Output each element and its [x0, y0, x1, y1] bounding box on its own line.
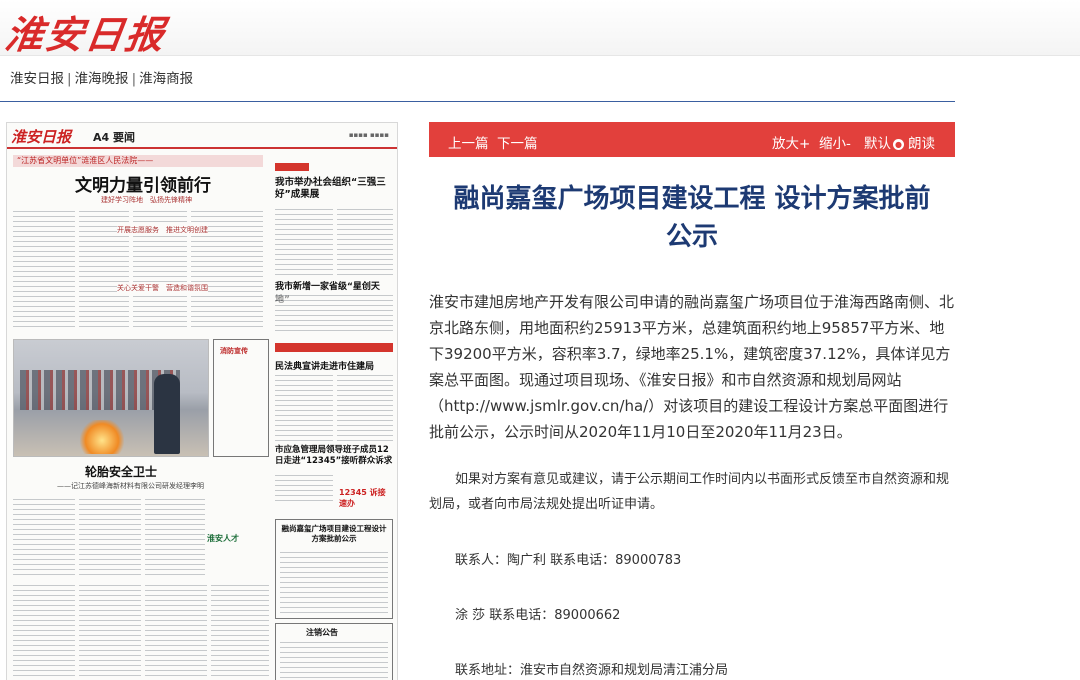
paper-red-tag [275, 163, 309, 171]
nav-link-huaian-daily[interactable]: 淮安日报 [10, 71, 64, 87]
default-size-label: 默认 [864, 136, 891, 152]
paper-text-block [275, 473, 333, 503]
paper-section: A4 要闻 [93, 131, 135, 144]
paper-subhead-2: 开展志愿服务 推进文明创建 [117, 225, 208, 235]
paper-text-block [79, 497, 141, 577]
paper-text-block [275, 373, 333, 441]
paper-text-block [79, 583, 141, 679]
paper-text-block [337, 207, 393, 275]
paper-photo [13, 339, 209, 457]
paper-subhead-1: 建好学习阵地 弘扬先锋精神 [101, 196, 192, 204]
hotline-logo: 12345 诉接速办 [339, 488, 386, 508]
paper-notice-title: 融尚嘉玺广场项目建设工程设计方案批前公示 [281, 524, 387, 543]
paper-red-banner [275, 343, 393, 352]
nav-divider [0, 101, 955, 102]
paper-text-block [13, 583, 75, 679]
paper-cancel-notice-box[interactable]: 注销公告 [275, 623, 393, 680]
paper-text-block [275, 207, 333, 275]
paper-photo-subcaption: ——记江苏德峰海新材料有限公司研发经理李明 [57, 482, 204, 490]
paper-text-block [145, 497, 205, 577]
paper-subhead-3: 关心关爱干警 营造和谐氛围 [117, 283, 208, 293]
paper-text-block [275, 293, 393, 333]
site-logo[interactable]: 淮安日报 [2, 4, 170, 59]
article-toolbar: 上一篇 下一篇 放大+ 缩小- 默认 ● 朗读 [429, 122, 955, 157]
prev-article-link[interactable]: 上一篇 [448, 132, 489, 152]
paper-right-headline-3[interactable]: 民法典宣讲走进市住建局 [275, 359, 374, 372]
paper-kicker: “江苏省文明单位”涟淮区人民法院—— [13, 155, 263, 167]
contact-line-1: 联系人：陶广利 联系电话：89000783 [455, 553, 682, 568]
circle-icon: ● [893, 138, 904, 150]
nav-link-huaihai-evening[interactable]: 淮海晚报 [75, 71, 129, 87]
zoom-in-button[interactable]: 放大+ [772, 132, 810, 152]
zoom-out-button[interactable]: 缩小- [819, 132, 851, 152]
firefighter-figure [154, 374, 180, 454]
paper-text-block [211, 583, 269, 679]
talent-logo: 淮安人才 [207, 534, 239, 543]
article-paragraph-1: 淮安市建旭房地产开发有限公司申请的融尚嘉玺广场项目位于淮海西路南侧、北京北路东侧… [429, 293, 955, 441]
paper-text-block [280, 550, 388, 614]
next-article-link[interactable]: 下一篇 [497, 132, 538, 152]
paper-notice-box[interactable]: 融尚嘉玺广场项目建设工程设计方案批前公示 [275, 519, 393, 619]
nav-link-huaihai-business[interactable]: 淮海商报 [139, 71, 193, 87]
fire-label: 消防宣传 [220, 347, 248, 355]
paper-date: ▪▪▪▪ ▪▪▪▪ [348, 131, 389, 139]
default-size-button[interactable]: 默认 ● [864, 132, 904, 152]
paper-right-headline-1[interactable]: 我市举办社会组织“三强三好”成果展 [275, 177, 393, 201]
paper-text-block [337, 373, 393, 441]
paper-logo: 淮安日报 [11, 128, 72, 146]
article-title: 融尚嘉玺广场项目建设工程 设计方案批前 公示 [429, 180, 955, 256]
masthead: 淮安日报 [0, 0, 1080, 59]
paper-text-block [280, 640, 388, 678]
paper-photo-caption[interactable]: 轮胎安全卫士 [85, 463, 157, 480]
paper-cancel-title: 注销公告 [306, 628, 338, 637]
top-nav: 淮安日报 | 淮海晚报 | 淮海商报 [10, 71, 194, 87]
paper-headline[interactable]: 文明力量引领前行 [75, 171, 211, 196]
paper-text-block [13, 497, 75, 577]
newspaper-page-image[interactable]: 淮安日报 A4 要闻 ▪▪▪▪ ▪▪▪▪ “江苏省文明单位”涟淮区人民法院—— … [6, 122, 398, 680]
contact-line-2: 涂 莎 联系电话：89000662 [455, 608, 621, 623]
fire-flame [80, 420, 124, 454]
paper-header: 淮安日报 A4 要闻 ▪▪▪▪ ▪▪▪▪ [7, 123, 397, 149]
article-paragraph-2: 如果对方案有意见或建议，请于公示期间工作时间内以书面形式反馈至市自然资源和规划局… [429, 472, 950, 512]
article-title-line-2: 公示 [665, 222, 718, 252]
paper-text-block [13, 209, 75, 329]
paper-text-block [145, 583, 207, 679]
paper-right-headline-4[interactable]: 市应急管理局领导班子成员12日走进“12345”接听群众诉求 [275, 445, 393, 467]
article-title-line-1: 融尚嘉玺广场项目建设工程 设计方案批前 [453, 184, 931, 214]
contact-address: 联系地址：淮安市自然资源和规划局清江浦分局 [455, 663, 729, 678]
read-aloud-button[interactable]: 朗读 [908, 132, 935, 152]
